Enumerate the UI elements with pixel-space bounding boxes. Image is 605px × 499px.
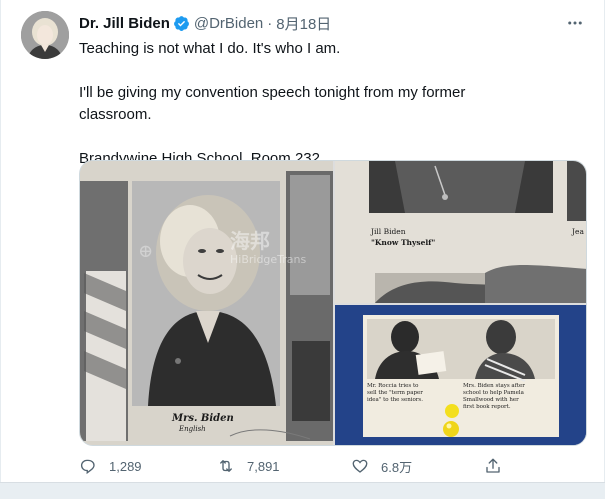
quote-edge-text: Jea (572, 227, 584, 236)
quote-caption-text: "Know Thyself" (371, 238, 436, 247)
watermark-logo: ⊕ (138, 241, 154, 262)
portrait-caption-name: Mrs. Biden (172, 413, 234, 424)
more-options-button[interactable] (564, 14, 586, 32)
verified-badge-icon (173, 15, 190, 32)
retweet-count: 7,891 (247, 458, 280, 474)
share-icon (486, 458, 500, 473)
tweet-header: Dr. Jill Biden @DrBiden · 8月18日 (79, 13, 331, 33)
more-options-icon (568, 21, 582, 25)
portrait-caption-subject: English (179, 425, 206, 433)
tweet-actions: 1,289 7,891 6.8万 (79, 455, 509, 477)
watermark-cn: 海邦 (230, 229, 270, 253)
media-grid: Mrs. Biden English ⊕ Jill Biden "Know Th… (79, 160, 587, 446)
yearbook-quote-photo[interactable]: Jill Biden "Know Thyself" Jea (335, 161, 586, 303)
like-count: 6.8万 (381, 459, 413, 475)
separator-dot: · (267, 14, 273, 32)
like-button[interactable]: 6.8万 (351, 455, 412, 477)
candid-caption-left: Mr. Roccia tries to sell the "term paper… (367, 383, 424, 403)
reply-count: 1,289 (109, 458, 142, 474)
yearbook-candid-photo[interactable]: Mr. Roccia tries to sell the "term paper… (335, 305, 586, 445)
tweet-text-line: Teaching is not what I do. It's who I am… (79, 40, 341, 57)
avatar-image (21, 11, 69, 59)
heart-icon (352, 459, 368, 473)
candid-image (335, 305, 586, 445)
next-item-strip (0, 482, 605, 499)
avatar[interactable] (21, 11, 69, 59)
tweet-date[interactable]: 8月18日 (276, 13, 331, 34)
quote-caption-name: Jill Biden (371, 227, 406, 236)
tweet-text-line: classroom. (79, 106, 152, 123)
candid-caption-right: Mrs. Biden stays after school to help Pa… (463, 383, 525, 410)
retweet-icon (220, 460, 232, 472)
user-handle[interactable]: @DrBiden (194, 15, 263, 32)
portrait-image (80, 161, 333, 445)
yearbook-portrait-photo[interactable]: Mrs. Biden English ⊕ (80, 161, 333, 445)
reply-icon (80, 459, 95, 475)
display-name[interactable]: Dr. Jill Biden (79, 15, 170, 32)
tweet-text: Teaching is not what I do. It's who I am… (79, 38, 579, 170)
reply-button[interactable]: 1,289 (79, 455, 142, 477)
retweet-button[interactable]: 7,891 (217, 455, 280, 477)
watermark-en: HiBridgeTrans (230, 253, 307, 266)
share-button[interactable] (484, 455, 514, 477)
tweet-text-line: I'll be giving my convention speech toni… (79, 84, 466, 101)
